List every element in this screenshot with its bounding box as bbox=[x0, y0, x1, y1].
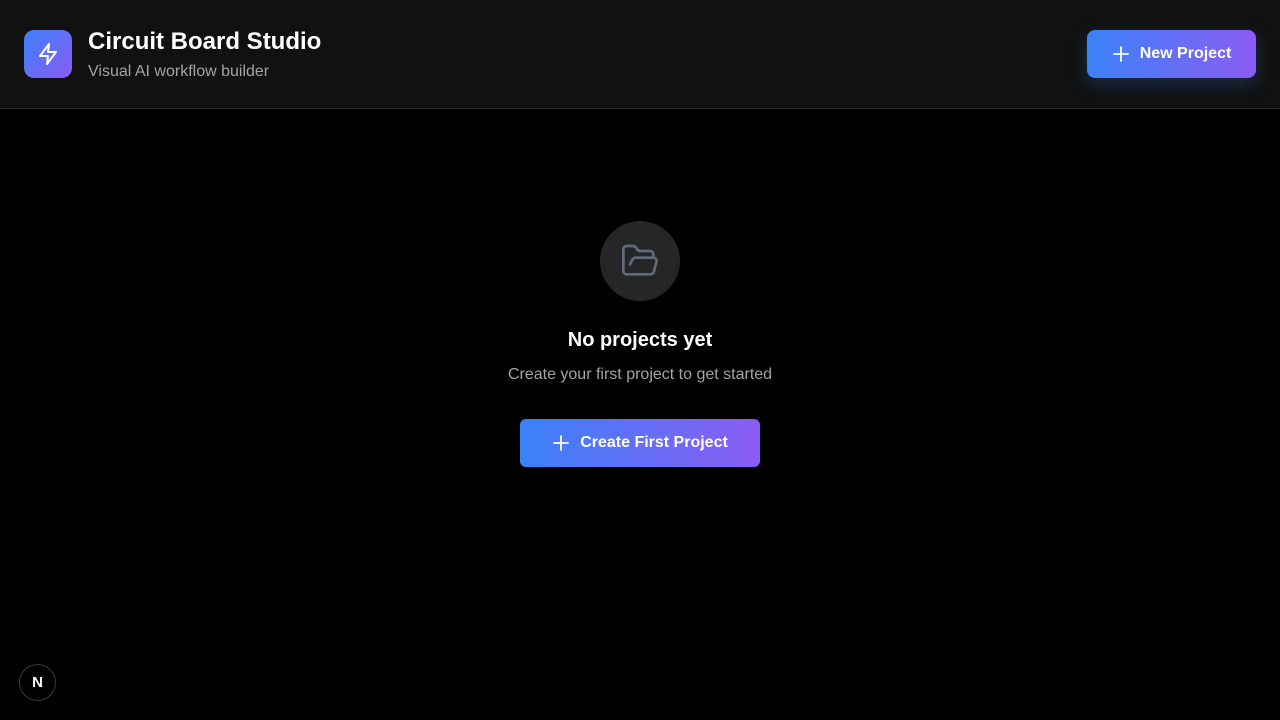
new-project-button[interactable]: New Project bbox=[1087, 30, 1256, 78]
lightning-bolt-icon bbox=[39, 43, 57, 65]
new-project-button-label: New Project bbox=[1139, 45, 1232, 62]
app-logo bbox=[24, 30, 72, 78]
create-first-project-button-label: Create First Project bbox=[580, 434, 728, 451]
nextjs-dev-badge[interactable]: N bbox=[19, 664, 56, 701]
empty-state-title: No projects yet bbox=[567, 329, 713, 351]
folder-open-icon bbox=[622, 244, 658, 276]
empty-state-icon-circle bbox=[600, 221, 680, 301]
plus-icon bbox=[1112, 45, 1130, 63]
empty-state-description: Create your first project to get started bbox=[507, 366, 773, 383]
nextjs-logo-icon: N bbox=[32, 674, 43, 691]
app-header: Circuit Board Studio Visual AI workflow … bbox=[0, 0, 1280, 109]
app-title: Circuit Board Studio bbox=[88, 28, 322, 55]
plus-icon bbox=[552, 434, 570, 452]
app-subtitle: Visual AI workflow builder bbox=[88, 63, 270, 80]
create-first-project-button[interactable]: Create First Project bbox=[520, 419, 760, 467]
